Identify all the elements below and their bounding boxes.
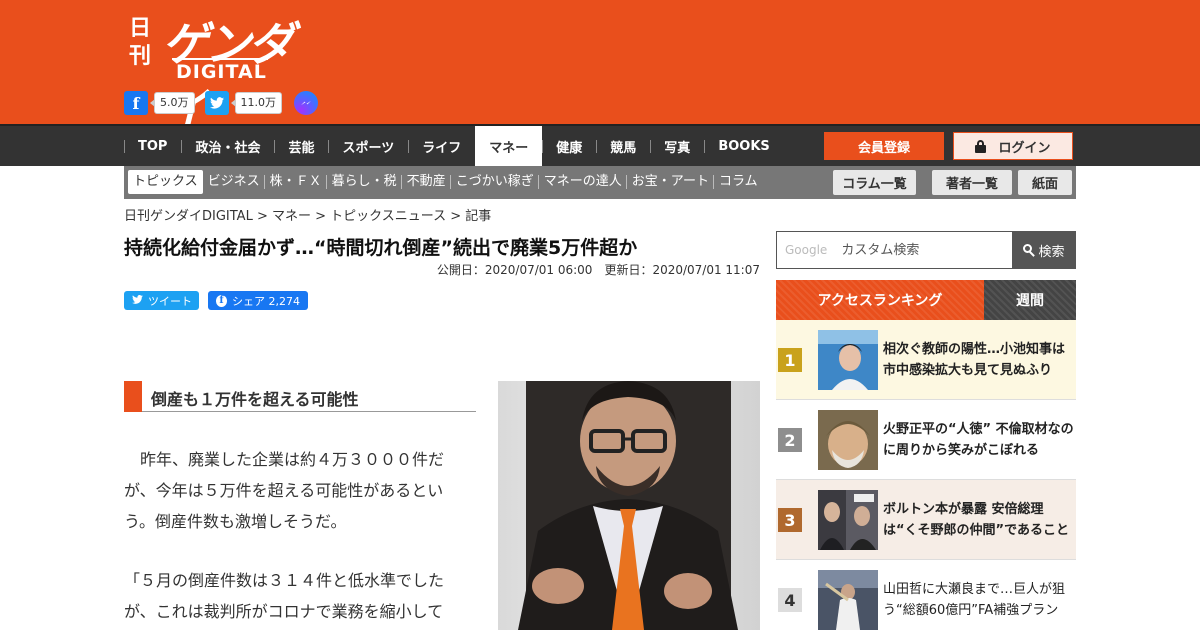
twitter-count: 11.0万 [230,92,282,114]
search-placeholder: カスタム検索 [841,243,920,258]
ranking-thumbnail [818,330,878,390]
lock-icon [975,139,987,153]
paragraph: 昨年、廃業した企業は約４万３０００件だが、今年は５万件を超える可能性があるという… [124,450,445,531]
rank-number: 1 [778,348,802,372]
paper-button[interactable]: 紙面 [1018,170,1072,195]
facebook-icon: f [216,294,227,307]
sub-nav-item[interactable]: マネーの達人 [537,170,627,194]
main-nav-item[interactable]: 政治・社会 [181,126,274,166]
sub-nav: トピックス ビジネス 株・ＦＸ 暮らし・税 不動産 こづかい稼ぎ マネーの達人 お宝・アートコ… [124,166,1076,199]
login-button[interactable]: ログイン [953,132,1073,160]
main-nav-item[interactable]: TOP [124,126,181,166]
main-nav-item[interactable]: スポーツ [328,126,408,166]
sub-nav-item[interactable]: ビジネス [203,170,265,194]
sub-nav-item[interactable]: トピックス [128,170,203,194]
main-nav-item[interactable]: 写真 [650,126,704,166]
search-box: Google カスタム検索 検索 [776,231,1076,269]
google-label: Google [785,243,828,257]
article-photo [498,381,760,630]
ranking-item[interactable]: 3 ボルトン本が暴露 安倍総理は“くそ野郎の仲間”であること [776,480,1076,560]
ranking-list: 1 相次ぐ教師の陽性…小池知事は市中感染拡大も見て見ぬふり 2 火野正平の“人徳… [776,320,1076,630]
ranking-thumbnail [818,410,878,470]
section-heading-text: 倒産も１万件を超える可能性 [151,390,359,409]
paragraph: 「５月の倒産件数は３１４件と低水準でしたが、これは裁判所がコロナで業務を縮小して [124,571,445,621]
search-input[interactable]: Google カスタム検索 [776,231,1013,269]
published-date: 公開日：2020/07/01 06:00 [436,263,593,277]
tab-access-ranking[interactable]: アクセスランキング [776,280,984,320]
twitter-icon[interactable] [204,91,229,115]
rank-number: 3 [778,508,802,532]
main-nav: TOP 政治・社会 芸能 スポーツ ライフ マネー 健康 競馬 写真 BOOKS 会員登録 ログイ… [0,124,1200,167]
sub-nav-item[interactable]: 暮らし・税 [325,170,402,194]
ranking-item[interactable]: 2 火野正平の“人徳” 不倫取材なのに周りから笑みがこぼれる [776,400,1076,480]
search-button[interactable]: 検索 [1012,231,1076,269]
logo-divider [172,58,268,60]
ranking-thumbnail [818,490,878,550]
rank-number: 4 [778,588,802,612]
authors-list-button[interactable]: 著者一覧 [932,170,1012,195]
facebook-count: 5.0万 [150,92,195,114]
sub-nav-item[interactable]: 株・ＦＸ [263,170,327,194]
main-nav-item[interactable]: マネー [475,126,543,167]
twitter-icon [132,294,143,307]
tweet-button[interactable]: ツイート [124,291,199,310]
login-label: ログイン [998,140,1051,156]
facebook-share-button[interactable]: f シェア 2,274 [208,291,308,310]
main-nav-item[interactable]: 健康 [542,126,596,166]
ranking-title: 山田哲に大瀬良まで…巨人が狙う“総額60億円”FA補強プラン [883,582,1066,618]
register-button[interactable]: 会員登録 [824,132,944,160]
article-dates: 公開日：2020/07/01 06:00 更新日：2020/07/01 11:07 [437,261,760,278]
site-header: 日刊 ゲンダイ DIGITAL f 5.0万 11.0万 [0,0,1200,137]
ranking-title: 相次ぐ教師の陽性…小池知事は市中感染拡大も見て見ぬふり [883,342,1066,378]
heading-accent-bar [124,381,142,412]
ranking-title: 火野正平の“人徳” 不倫取材なのに周りから笑みがこぼれる [883,422,1074,458]
main-nav-item[interactable]: BOOKS [704,126,783,166]
sub-nav-item[interactable]: 不動産 [400,170,451,194]
breadcrumb[interactable]: 日刊ゲンダイDIGITAL > マネー > トピックスニュース > 記事 [124,205,491,224]
facebook-icon[interactable]: f [124,91,148,115]
article-title: 持続化給付金届かず…“時間切れ倒産”続出で廃業5万件超か [124,237,638,259]
ranking-title: ボルトン本が暴露 安倍総理は“くそ野郎の仲間”であること [883,502,1069,538]
logo-digital: DIGITAL [176,61,267,83]
section-heading: 倒産も１万件を超える可能性 [124,381,476,412]
main-nav-item[interactable]: ライフ [408,126,475,166]
messenger-icon[interactable] [294,91,318,115]
ranking-tabs: アクセスランキング 週間 [776,280,1076,320]
column-list-button[interactable]: コラム一覧 [833,170,916,195]
search-icon [1023,244,1035,256]
sub-nav-item[interactable]: お宝・アート [625,170,714,194]
logo-nikkan: 日刊 [128,15,151,69]
site-logo[interactable]: 日刊 ゲンダイ DIGITAL [124,10,314,137]
ranking-thumbnail [818,570,878,630]
rank-number: 2 [778,428,802,452]
tab-weekly[interactable]: 週間 [984,280,1076,320]
sub-nav-item[interactable]: コラム [712,170,763,194]
updated-date: 更新日：2020/07/01 11:07 [604,263,760,277]
tweet-label: ツイート [148,294,192,308]
sub-nav-item[interactable]: こづかい稼ぎ [449,170,539,194]
main-nav-item[interactable]: 競馬 [596,126,650,166]
main-nav-item[interactable]: 芸能 [274,126,328,166]
article-body: 昨年、廃業した企業は約４万３０００件だが、今年は５万件を超える可能性があるという… [124,444,469,627]
ranking-item[interactable]: 4 山田哲に大瀬良まで…巨人が狙う“総額60億円”FA補強プラン [776,560,1076,630]
search-button-label: 検索 [1038,244,1065,260]
share-label: シェア 2,274 [232,294,300,308]
person-photo-illustration [518,381,738,630]
ranking-item[interactable]: 1 相次ぐ教師の陽性…小池知事は市中感染拡大も見て見ぬふり [776,320,1076,400]
social-follow-bar: f 5.0万 11.0万 [124,91,318,115]
